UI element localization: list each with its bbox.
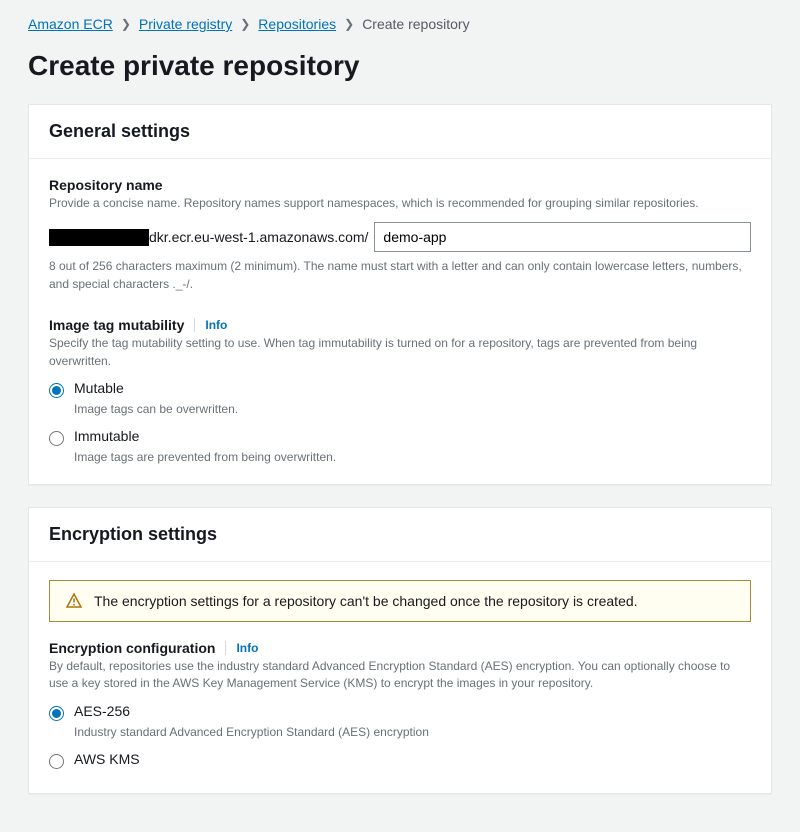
encryption-label-aes256: AES-256 — [74, 703, 130, 719]
repository-name-input[interactable] — [374, 222, 751, 252]
mutability-option-mutable[interactable]: Mutable — [49, 380, 751, 398]
repository-name-label: Repository name — [49, 177, 751, 193]
chevron-right-icon: ❯ — [121, 17, 131, 31]
warning-icon — [66, 593, 82, 609]
repository-name-description: Provide a concise name. Repository names… — [49, 195, 751, 212]
mutability-sub-mutable: Image tags can be overwritten. — [74, 402, 751, 416]
mutability-option-immutable[interactable]: Immutable — [49, 428, 751, 446]
encryption-warning-text: The encryption settings for a repository… — [94, 593, 638, 609]
mutability-info-link[interactable]: Info — [194, 318, 227, 332]
mutability-radio-mutable[interactable] — [49, 383, 64, 398]
redacted-prefix — [49, 229, 149, 246]
general-settings-heading: General settings — [49, 121, 751, 142]
encryption-config-description: By default, repositories use the industr… — [49, 658, 751, 693]
chevron-right-icon: ❯ — [344, 17, 354, 31]
mutability-label-immutable: Immutable — [74, 428, 139, 444]
encryption-sub-aes256: Industry standard Advanced Encryption St… — [74, 725, 751, 739]
mutability-label: Image tag mutability — [49, 317, 184, 333]
mutability-sub-immutable: Image tags are prevented from being over… — [74, 450, 751, 464]
encryption-info-link[interactable]: Info — [225, 641, 258, 655]
repository-name-hint: 8 out of 256 characters maximum (2 minim… — [49, 258, 751, 293]
encryption-radio-kms[interactable] — [49, 754, 64, 769]
mutability-description: Specify the tag mutability setting to us… — [49, 335, 751, 370]
mutability-label-mutable: Mutable — [74, 380, 124, 396]
encryption-option-aes256[interactable]: AES-256 — [49, 703, 751, 721]
page-title: Create private repository — [28, 50, 772, 82]
mutability-radio-immutable[interactable] — [49, 431, 64, 446]
encryption-option-kms[interactable]: AWS KMS — [49, 751, 751, 769]
encryption-label-kms: AWS KMS — [74, 751, 140, 767]
encryption-radio-aes256[interactable] — [49, 706, 64, 721]
registry-prefix: dkr.ecr.eu-west-1.amazonaws.com/ — [149, 229, 368, 245]
encryption-settings-heading: Encryption settings — [49, 524, 751, 545]
encryption-warning-alert: The encryption settings for a repository… — [49, 580, 751, 622]
breadcrumb-link-repositories[interactable]: Repositories — [258, 16, 336, 32]
breadcrumb-current: Create repository — [362, 16, 469, 32]
breadcrumb: Amazon ECR ❯ Private registry ❯ Reposito… — [28, 16, 772, 32]
breadcrumb-link-registry[interactable]: Private registry — [139, 16, 232, 32]
general-settings-panel: General settings Repository name Provide… — [28, 104, 772, 485]
chevron-right-icon: ❯ — [240, 17, 250, 31]
encryption-settings-panel: Encryption settings The encryption setti… — [28, 507, 772, 794]
encryption-config-label: Encryption configuration — [49, 640, 215, 656]
breadcrumb-link-ecr[interactable]: Amazon ECR — [28, 16, 113, 32]
